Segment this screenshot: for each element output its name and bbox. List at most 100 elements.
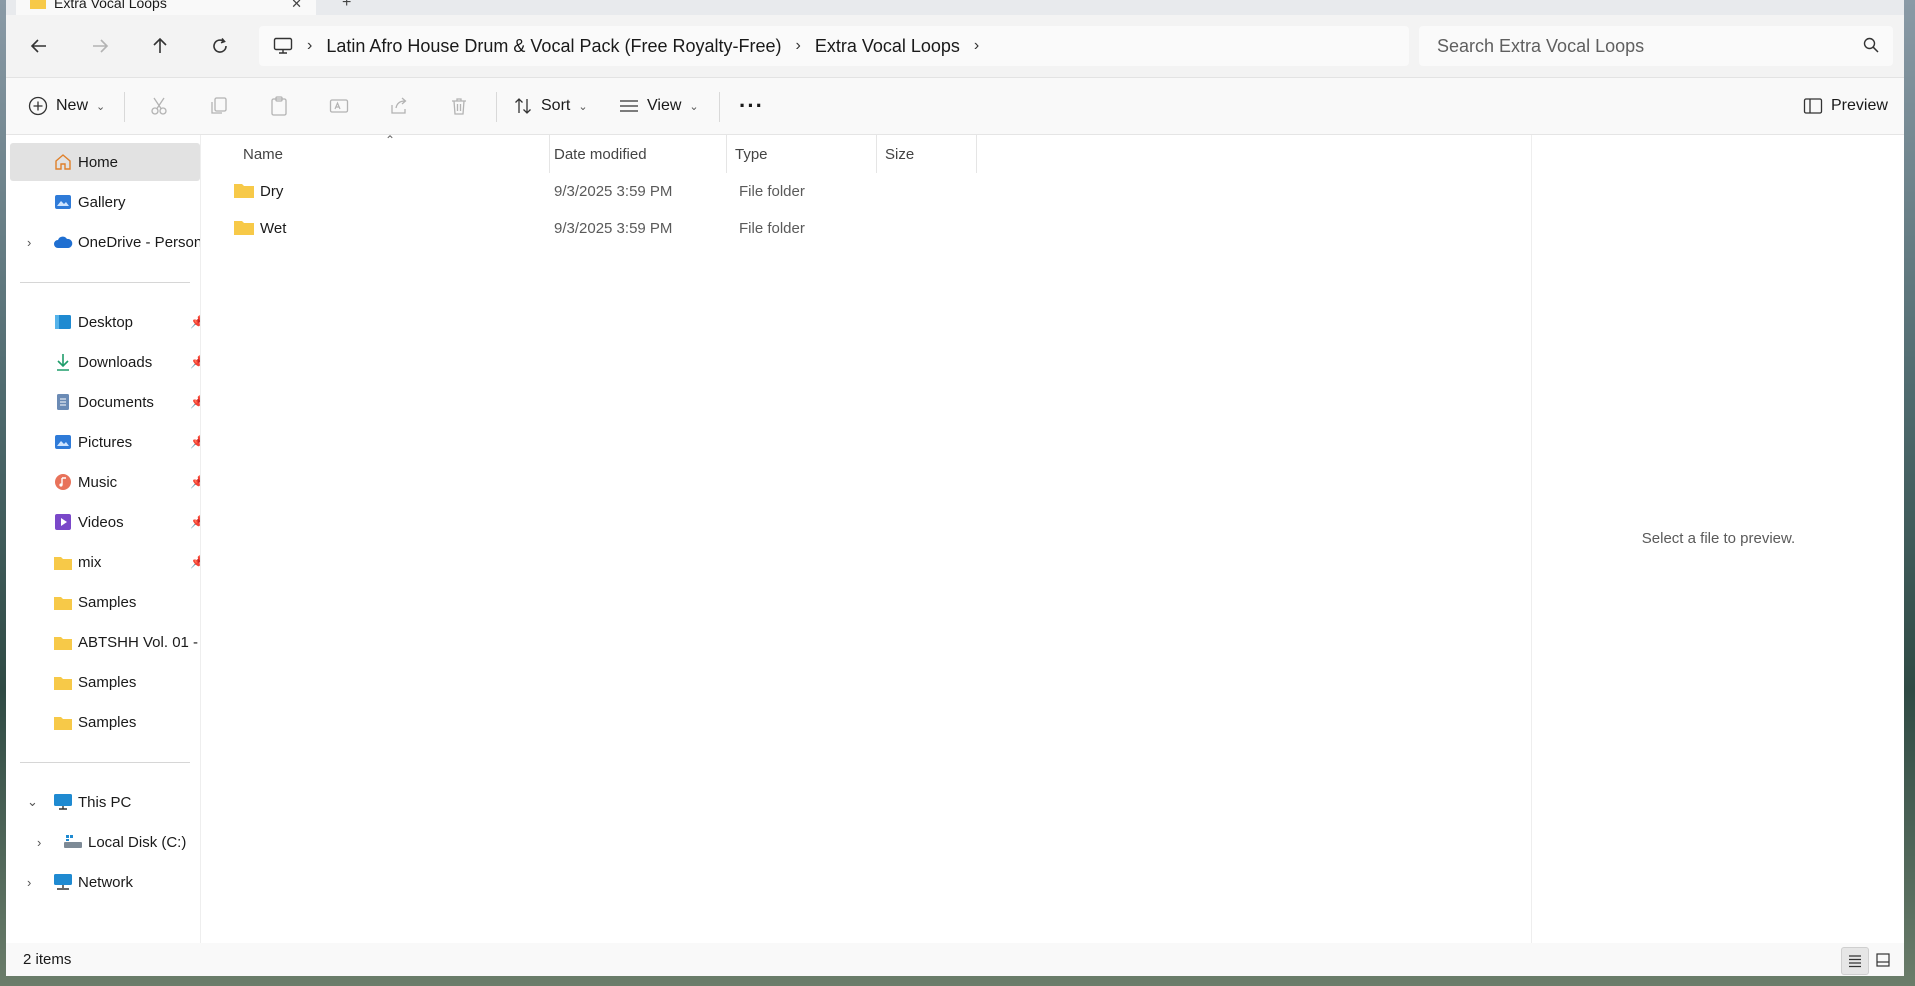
- preview-toggle-button[interactable]: Preview: [1803, 92, 1888, 120]
- paste-button[interactable]: [269, 92, 289, 120]
- copy-button[interactable]: [209, 92, 229, 120]
- nav-item-network[interactable]: › Network: [10, 863, 200, 901]
- new-button[interactable]: New ⌄: [28, 92, 105, 120]
- network-icon: [53, 872, 73, 892]
- nav-item-abtshh[interactable]: ABTSHH Vol. 01 - G: [10, 623, 200, 661]
- cut-button[interactable]: [149, 92, 169, 120]
- nav-label: Pictures: [78, 433, 133, 451]
- nav-item-samples[interactable]: Samples: [10, 703, 200, 741]
- nav-item-documents[interactable]: Documents 📌: [10, 383, 200, 421]
- nav-item-home[interactable]: Home: [10, 143, 200, 181]
- command-bar: New ⌄ Sort ⌄ View ⌄ ··· Preview: [6, 78, 1904, 135]
- view-button[interactable]: View ⌄: [619, 92, 699, 120]
- computer-icon: [53, 792, 73, 812]
- chevron-right-icon[interactable]: ›: [307, 37, 312, 55]
- cloud-icon: [53, 232, 73, 252]
- file-row-dry[interactable]: Dry 9/3/2025 3:59 PM File folder: [201, 174, 981, 208]
- tab-extra-vocal-loops[interactable]: Extra Vocal Loops ✕: [16, 0, 316, 15]
- scissors-icon: [151, 97, 167, 115]
- nav-item-this-pc[interactable]: ⌄ This PC: [10, 783, 200, 821]
- pin-icon[interactable]: 📌: [190, 315, 200, 329]
- chevron-down-icon: ⌄: [578, 100, 588, 113]
- tiles-view-button[interactable]: [1870, 947, 1896, 973]
- share-button[interactable]: [389, 92, 409, 120]
- breadcrumb[interactable]: › Latin Afro House Drum & Vocal Pack (Fr…: [259, 26, 1409, 66]
- pin-icon[interactable]: 📌: [190, 395, 200, 409]
- pin-icon[interactable]: 📌: [190, 555, 200, 569]
- nav-label: OneDrive - Personal: [78, 233, 200, 251]
- chevron-down-icon[interactable]: ⌄: [27, 794, 38, 810]
- column-header-date[interactable]: Date modified: [546, 135, 727, 173]
- nav-item-gallery[interactable]: Gallery: [10, 183, 200, 221]
- nav-divider: [20, 762, 190, 763]
- chevron-right-icon[interactable]: ›: [27, 235, 31, 250]
- preview-message: Select a file to preview.: [1641, 530, 1796, 547]
- pin-icon[interactable]: 📌: [190, 355, 200, 369]
- column-header-type[interactable]: Type: [727, 135, 877, 173]
- nav-item-mix[interactable]: mix 📌: [10, 543, 200, 581]
- nav-label: Desktop: [78, 313, 134, 331]
- column-header-name[interactable]: Name: [235, 135, 550, 173]
- nav-item-downloads[interactable]: Downloads 📌: [10, 343, 200, 381]
- pin-icon[interactable]: 📌: [190, 435, 200, 449]
- tiles-view-icon: [1876, 953, 1890, 967]
- folder-icon: [234, 219, 254, 239]
- computer-icon[interactable]: [273, 37, 293, 55]
- nav-label: This PC: [78, 793, 132, 811]
- nav-label: Samples: [78, 673, 137, 691]
- column-label: Type: [735, 145, 768, 163]
- pin-icon[interactable]: 📌: [190, 515, 200, 529]
- chevron-right-icon[interactable]: ›: [796, 37, 801, 55]
- sort-button[interactable]: Sort ⌄: [513, 92, 588, 120]
- forward-button[interactable]: [83, 31, 117, 61]
- rename-button[interactable]: [329, 92, 349, 120]
- breadcrumb-item-pack[interactable]: Latin Afro House Drum & Vocal Pack (Free…: [326, 36, 781, 57]
- nav-item-videos[interactable]: Videos 📌: [10, 503, 200, 541]
- details-view-icon: [1849, 955, 1861, 968]
- chevron-right-icon[interactable]: ›: [27, 875, 31, 890]
- nav-item-samples[interactable]: Samples: [10, 663, 200, 701]
- refresh-button[interactable]: [203, 31, 237, 61]
- refresh-icon: [213, 37, 227, 53]
- nav-label: Network: [78, 873, 134, 891]
- nav-label: Videos: [78, 513, 124, 531]
- more-options-button[interactable]: ···: [739, 92, 764, 120]
- close-tab-icon[interactable]: ✕: [291, 0, 302, 12]
- copy-icon: [211, 97, 227, 114]
- file-name: Dry: [260, 182, 284, 200]
- chevron-right-icon[interactable]: ›: [974, 37, 979, 55]
- drive-icon: [63, 832, 83, 852]
- toolbar-divider: [496, 92, 497, 122]
- nav-divider: [20, 282, 190, 283]
- details-view-button[interactable]: [1841, 947, 1869, 975]
- toolbar-divider: [124, 92, 125, 122]
- view-list-icon: [620, 100, 638, 112]
- home-icon: [53, 152, 73, 172]
- folder-icon: [53, 712, 73, 732]
- preview-pane: Select a file to preview.: [1531, 135, 1904, 943]
- arrow-up-icon: [153, 37, 167, 53]
- file-row-wet[interactable]: Wet 9/3/2025 3:59 PM File folder: [201, 211, 981, 245]
- nav-item-onedrive[interactable]: › OneDrive - Personal: [10, 223, 200, 261]
- new-tab-icon[interactable]: +: [342, 0, 351, 12]
- nav-item-samples[interactable]: Samples: [10, 583, 200, 621]
- search-input[interactable]: Search Extra Vocal Loops: [1419, 26, 1893, 66]
- pin-icon[interactable]: 📌: [190, 475, 200, 489]
- nav-item-pictures[interactable]: Pictures 📌: [10, 423, 200, 461]
- breadcrumb-item-current[interactable]: Extra Vocal Loops: [815, 36, 960, 57]
- column-header-size[interactable]: Size: [877, 135, 977, 173]
- delete-button[interactable]: [449, 92, 469, 120]
- folder-icon: [53, 592, 73, 612]
- chevron-down-icon: ⌄: [96, 100, 106, 113]
- search-icon[interactable]: [1863, 37, 1879, 58]
- chevron-right-icon[interactable]: ›: [37, 835, 41, 850]
- nav-item-desktop[interactable]: Desktop 📌: [10, 303, 200, 341]
- nav-item-local-disk[interactable]: › Local Disk (C:): [10, 823, 200, 861]
- pictures-icon: [53, 432, 73, 452]
- tab-strip: Extra Vocal Loops ✕ +: [6, 0, 1904, 15]
- back-button[interactable]: [22, 31, 56, 61]
- trash-icon: [452, 98, 466, 115]
- nav-label: Samples: [78, 713, 137, 731]
- up-button[interactable]: [143, 31, 177, 61]
- nav-item-music[interactable]: Music 📌: [10, 463, 200, 501]
